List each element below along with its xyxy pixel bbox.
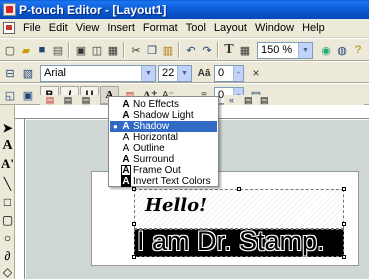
menu-bar: File Edit View Insert Format Tool Layout… [0,19,369,38]
print-icon[interactable]: ▤ [50,42,66,58]
font-select[interactable]: Arial ▼ [40,65,156,82]
vertical-ruler [15,119,25,279]
menu-item-no-effects[interactable]: A No Effects [110,99,217,110]
document-icon[interactable] [3,22,15,34]
menu-tool[interactable]: Tool [182,19,210,38]
text-effects-menu: A No Effects A Shadow Light ● A Shadow A Hor… [108,96,219,187]
grid-icon[interactable]: ▦ [237,42,253,58]
resize-handle[interactable] [132,222,136,226]
ellipse-tool-icon[interactable]: ○ [1,231,14,245]
char-spacing-value: 0 [218,67,225,79]
resize-handle[interactable] [132,187,136,191]
standard-toolbar: ▢ ▰ ■ ▤ ▣ ◫ ▦ ✂ ❐ ▥ ↶ ↷ T ▦ 150 % ▼ ◉ ◍ … [0,38,369,61]
line-tool-icon[interactable]: ╲ [1,177,14,191]
new-file-icon[interactable]: ▢ [2,42,18,58]
pointer-icon[interactable]: ➤ [1,121,14,135]
label-text-hello[interactable]: Hello! [145,195,207,216]
printer-setup-icon[interactable]: ▦ [105,42,121,58]
resize-handle[interactable] [342,187,346,191]
layout-icon[interactable]: ◍ [334,42,350,58]
separator [123,42,125,58]
menu-item-shadow-light[interactable]: A Shadow Light [110,110,217,121]
menu-item-surround[interactable]: A Surround [110,154,217,165]
window-title: P-touch Editor - [Layout1] [19,2,167,17]
save-icon[interactable]: ■ [34,42,50,58]
char-spacing-icon: Aā [197,67,211,79]
freehand-tool-icon[interactable]: ∂ [1,249,14,263]
menu-window[interactable]: Window [251,19,298,38]
text-tool-icon[interactable]: T [221,42,237,58]
help-pointer-icon[interactable]: ? [350,42,366,58]
font-properties-icon[interactable]: ▧ [20,65,36,81]
cut-icon[interactable]: ✂ [128,42,144,58]
collapse-icon[interactable]: « [229,95,234,105]
property-dock-icon[interactable]: ⊟ [2,65,18,81]
menu-file[interactable]: File [19,19,45,38]
menu-layout[interactable]: Layout [210,19,251,38]
title-bar: P-touch Editor - [Layout1] [0,0,369,19]
resize-handle[interactable] [342,255,346,259]
text-properties-icon[interactable]: ▣ [20,87,36,103]
font-toolbar: ⊟ ▧ Arial ▼ 22 ▼ Aā 0 ÷ × [0,61,369,83]
menu-item-horizontal[interactable]: A Horizontal [110,132,217,143]
font-size-select[interactable]: 22 ▼ [158,65,192,82]
zoom-select[interactable]: 150 % ▼ [257,42,313,59]
rectangle-tool-icon[interactable]: □ [1,195,14,209]
resize-handle[interactable] [132,255,136,259]
resize-handle[interactable] [342,222,346,226]
menu-view[interactable]: View [72,19,104,38]
menu-item-shadow[interactable]: ● A Shadow [110,121,217,132]
print-preview-icon[interactable]: ▣ [73,42,89,58]
rounded-rect-tool-icon[interactable]: ▢ [1,213,14,227]
effect-icon: A [122,143,130,154]
resize-handle[interactable] [237,187,241,191]
effect-icon: A [121,176,131,187]
label-text-stamp[interactable]: I am Dr. Stamp. [137,226,325,257]
chevron-down-icon[interactable]: ▼ [298,43,312,58]
separator [68,42,70,58]
app-icon [3,3,16,16]
menu-insert[interactable]: Insert [103,19,139,38]
menu-edit[interactable]: Edit [45,19,72,38]
zoom-value: 150 % [261,44,293,56]
effect-icon: A [122,110,130,121]
menu-item-frame-out[interactable]: A Frame Out [110,165,217,176]
effect-icon: A [122,132,130,143]
chevron-down-icon[interactable]: ▼ [177,66,191,81]
clear-icon[interactable]: × [248,65,264,81]
menu-format[interactable]: Format [139,19,182,38]
selected-bullet-icon: ● [113,122,118,131]
arc-text-icon[interactable]: A' [1,156,14,171]
menu-help[interactable]: Help [298,19,329,38]
menu-item-invert-text-colors[interactable]: A Invert Text Colors [110,176,217,187]
open-folder-icon[interactable]: ▰ [18,42,34,58]
redo-icon[interactable]: ↷ [199,42,215,58]
polygon-tool-icon[interactable]: ◇ [1,265,14,279]
database-icon[interactable]: ◉ [318,42,334,58]
effect-icon: A [122,154,130,165]
effect-icon: A [122,99,130,110]
undo-icon[interactable]: ↶ [183,42,199,58]
menu-item-outline[interactable]: A Outline [110,143,217,154]
chevron-down-icon[interactable]: ▼ [141,66,155,81]
tool-palette: ➤ A A' ╲ □ ▢ ○ ∂ ◇ [0,105,15,279]
font-size-value: 22 [162,67,175,79]
frame-icon[interactable]: ◱ [2,87,18,103]
text-tool-icon[interactable]: A [1,138,14,153]
paste-icon[interactable]: ▥ [160,42,176,58]
effect-icon: A [122,121,130,132]
copy-icon[interactable]: ❐ [144,42,160,58]
separator [178,42,180,58]
font-value: Arial [44,67,67,79]
separator [217,42,219,58]
effect-icon: A [121,165,131,176]
spinner-icon[interactable]: ÷ [233,66,243,81]
char-spacing-input[interactable]: 0 ÷ [214,65,244,82]
preview-icon[interactable]: ◫ [89,42,105,58]
